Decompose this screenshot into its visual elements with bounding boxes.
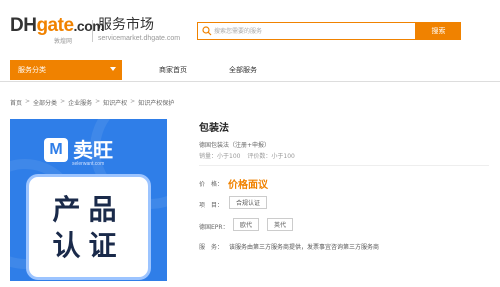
breadcrumb: 首页 > 全部分类 > 企业服务 > 知识产权 > 知识产权保护 — [10, 98, 174, 107]
category-label: 服务分类 — [18, 66, 46, 74]
seller-brand: M 卖旺 — [44, 138, 113, 162]
epr-label: 德国EPR： — [199, 224, 229, 231]
product-image[interactable]: M 卖旺 selerwant.com 产品 认证 — [10, 119, 167, 281]
breadcrumb-separator: > — [25, 98, 31, 105]
page-title[interactable]: 服务市场 — [98, 17, 154, 33]
nav-link-merchant-home[interactable]: 商家首页 — [159, 65, 187, 75]
service-description: 该服务由第三方服务商提供，发票事宜咨询第三方服务商 — [229, 244, 380, 251]
item-label: 项 目： — [199, 202, 224, 209]
sales-count: 销量：小于100 — [199, 153, 241, 160]
card-line-1: 产品 — [52, 193, 125, 226]
chevron-down-icon — [110, 67, 116, 71]
breadcrumb-item[interactable]: 全部分类 — [33, 98, 57, 107]
logo-dh: DH — [10, 15, 37, 36]
detail-divider — [199, 165, 489, 166]
brand-domain: selerwant.com — [72, 161, 105, 167]
certification-card: 产品 认证 — [26, 174, 151, 280]
review-count: 评价数：小于100 — [247, 153, 295, 160]
dhgate-logo[interactable]: DHgate.com 敦煌网 — [10, 15, 105, 45]
header-divider — [92, 20, 93, 42]
main-nav: 服务分类 商家首页 全部服务 — [0, 58, 500, 82]
search-button[interactable]: 搜索 — [416, 22, 461, 40]
category-dropdown[interactable]: 服务分类 — [10, 60, 122, 80]
breadcrumb-item[interactable]: 知识产权 — [103, 98, 127, 107]
service-label: 服 务： — [199, 244, 224, 251]
epr-tag-uk-rep[interactable]: 英代 — [267, 218, 294, 231]
search-input[interactable] — [214, 23, 412, 39]
logo-text: DHgate.com — [10, 15, 105, 37]
breadcrumb-item[interactable]: 企业服务 — [68, 98, 92, 107]
item-tag-compliance[interactable]: 合规认证 — [229, 196, 268, 209]
brand-logo-icon: M — [44, 138, 68, 162]
product-subtitle: 德国包装法（注册+申报） — [199, 142, 271, 149]
card-line-2: 认证 — [52, 229, 125, 262]
price-label: 价 格： — [199, 181, 224, 188]
header: DHgate.com 敦煌网 服务市场 servicemarket.dhgate… — [0, 0, 500, 58]
price-value: 价格面议 — [228, 180, 268, 191]
nav-link-all-services[interactable]: 全部服务 — [229, 65, 257, 75]
search-icon — [202, 26, 212, 36]
breadcrumb-item[interactable]: 知识产权保护 — [138, 98, 174, 107]
brand-name: 卖旺 — [73, 138, 113, 162]
logo-subtitle: 敦煌网 — [54, 38, 73, 45]
logo-gate: gate — [36, 15, 74, 36]
breadcrumb-separator: > — [95, 98, 101, 105]
site-domain: servicemarket.dhgate.com — [98, 35, 181, 42]
search-box — [197, 22, 416, 40]
product-title: 包装法 — [199, 123, 229, 134]
breadcrumb-separator: > — [60, 98, 66, 105]
breadcrumb-item[interactable]: 首页 — [10, 98, 22, 107]
epr-tag-eu-rep[interactable]: 欧代 — [233, 218, 260, 231]
breadcrumb-separator: > — [130, 98, 136, 105]
product-stats: 销量：小于100 评价数：小于100 — [199, 151, 300, 160]
